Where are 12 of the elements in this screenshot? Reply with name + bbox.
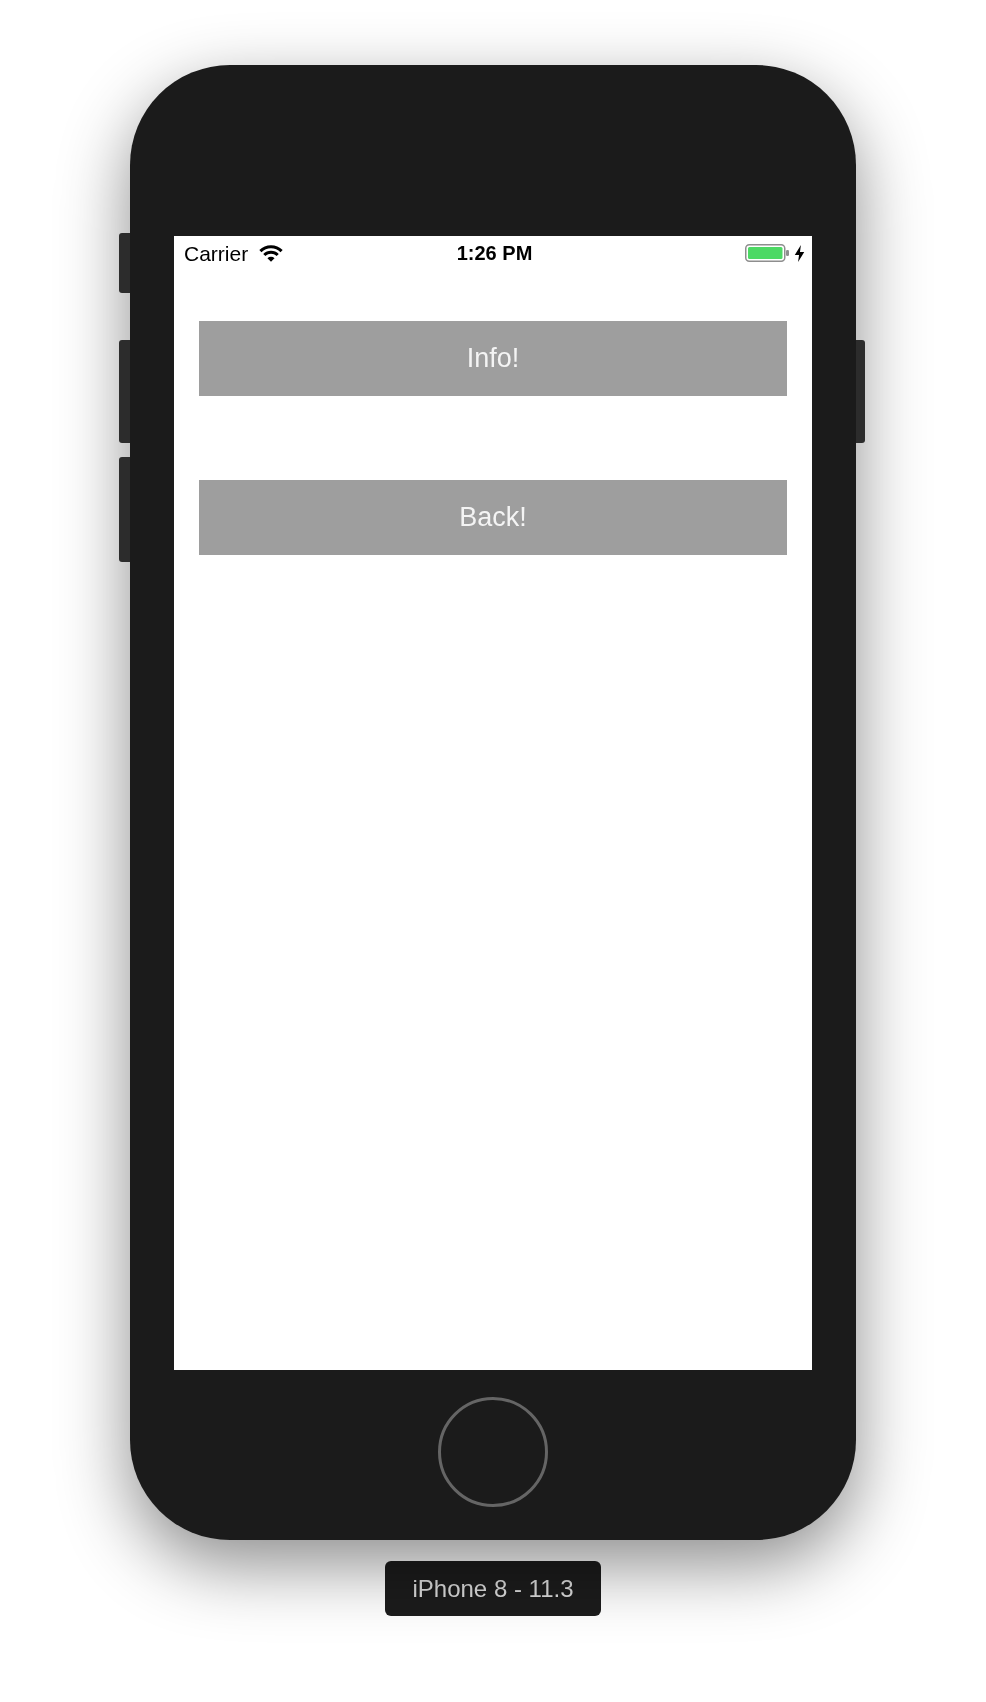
action-button[interactable]: Back! [199,480,787,555]
side-button[interactable] [119,233,130,293]
status-time: 1:26 PM [456,243,533,263]
battery-icon [745,244,790,262]
action-button[interactable]: Info! [199,321,787,396]
side-button[interactable] [119,457,130,562]
side-button[interactable] [119,340,130,443]
carrier-name: Carrier [184,242,249,264]
side-button[interactable] [856,340,865,443]
wifi-icon [259,244,284,262]
device-name-label: iPhone 8 - 11.3 [385,1561,601,1616]
home-button[interactable] [438,1397,548,1507]
